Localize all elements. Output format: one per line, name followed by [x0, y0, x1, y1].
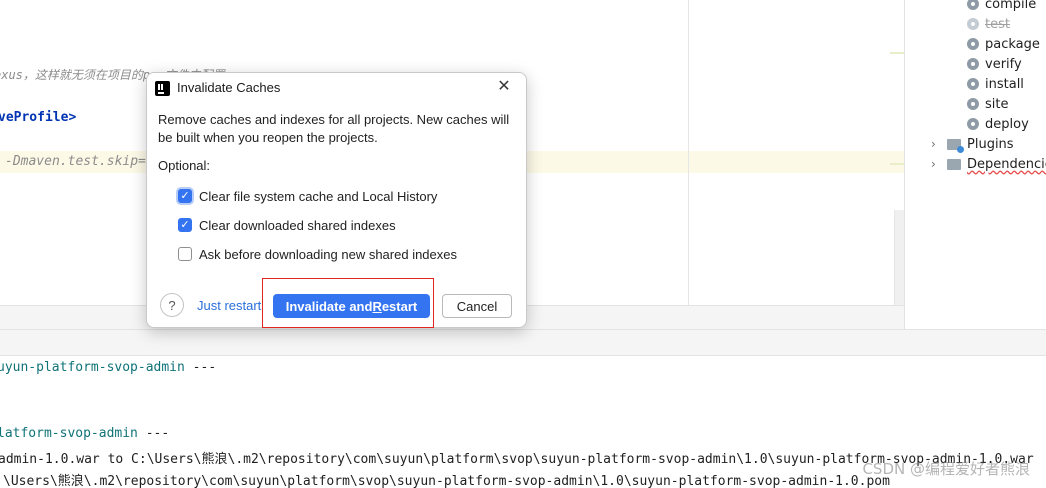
gutter-marker	[890, 163, 904, 165]
close-icon[interactable]: ✕	[495, 78, 513, 96]
console-module-name: latform-svop-admin	[0, 426, 138, 441]
right-margin-guide	[688, 0, 689, 305]
lifecycle-item-install[interactable]: install	[967, 74, 1024, 94]
console-text: ---	[184, 360, 217, 375]
intellij-app-icon	[155, 81, 170, 96]
lifecycle-label: site	[985, 96, 1009, 112]
lifecycle-label: deploy	[985, 116, 1029, 132]
gear-icon	[967, 78, 979, 90]
checkbox-checked-icon[interactable]: ✓	[178, 189, 192, 203]
gear-icon	[967, 18, 979, 30]
tree-node-label: Dependencies	[967, 156, 1046, 172]
watermark: CSDN @编程爱好者熊浪	[862, 460, 1030, 478]
console-line: latform-svop-admin ---	[0, 426, 169, 441]
option-ask-before-downloading[interactable]: Ask before downloading new shared indexe…	[178, 245, 457, 263]
invalidate-caches-dialog: Invalidate Caches ✕ Remove caches and in…	[146, 72, 527, 328]
gear-icon	[967, 98, 979, 110]
gear-icon	[967, 38, 979, 50]
lifecycle-label: verify	[985, 56, 1022, 72]
lifecycle-label: install	[985, 76, 1024, 92]
gear-icon	[967, 58, 979, 70]
cancel-button[interactable]: Cancel	[442, 294, 512, 318]
dependencies-folder-icon	[947, 158, 961, 170]
code-tag-line: veProfile>	[0, 110, 77, 125]
lifecycle-item-site[interactable]: site	[967, 94, 1008, 114]
console-line: uyun-platform-svop-admin ---	[0, 360, 216, 375]
tree-node-plugins[interactable]: › Plugins	[931, 134, 1014, 154]
checkbox-checked-icon[interactable]: ✓	[178, 218, 192, 232]
lifecycle-label: package	[985, 36, 1040, 52]
option-label: Ask before downloading new shared indexe…	[199, 246, 458, 262]
option-label: Clear file system cache and Local Histor…	[199, 188, 438, 204]
editor-scrollbar[interactable]	[894, 210, 904, 305]
button-label-part: estart	[381, 298, 418, 314]
lifecycle-item-package[interactable]: package	[967, 34, 1040, 54]
dialog-description: Remove caches and indexes for all projec…	[158, 112, 510, 145]
run-tool-window-header	[0, 329, 1046, 356]
tree-node-dependencies[interactable]: › Dependencies	[931, 154, 1046, 174]
maven-tool-window: compile test package verify install site…	[904, 0, 1046, 329]
dialog-title: Invalidate Caches	[177, 80, 281, 95]
dialog-title-bar[interactable]: Invalidate Caches ✕	[147, 73, 526, 103]
lifecycle-item-test[interactable]: test	[967, 14, 1010, 34]
lifecycle-item-verify[interactable]: verify	[967, 54, 1022, 74]
invalidate-and-restart-button[interactable]: Invalidate and Restart	[273, 294, 430, 318]
option-clear-file-system-cache[interactable]: ✓ Clear file system cache and Local Hist…	[178, 187, 437, 205]
option-clear-shared-indexes[interactable]: ✓ Clear downloaded shared indexes	[178, 216, 396, 234]
optional-label: Optional:	[158, 158, 211, 173]
lifecycle-item-compile[interactable]: compile	[967, 0, 1036, 14]
chevron-right-icon[interactable]: ›	[931, 137, 941, 151]
console-text: ---	[137, 426, 170, 441]
checkbox-unchecked-icon[interactable]	[178, 247, 192, 261]
lifecycle-label: compile	[985, 0, 1037, 12]
lifecycle-label: test	[985, 16, 1010, 32]
gutter-marker	[890, 52, 904, 54]
just-restart-link[interactable]: Just restart	[197, 298, 261, 313]
plugins-folder-icon	[947, 138, 964, 153]
help-button[interactable]: ?	[160, 293, 184, 317]
gear-icon	[967, 0, 979, 10]
option-label: Clear downloaded shared indexes	[199, 217, 396, 233]
gear-icon	[967, 118, 979, 130]
button-label-part: Invalidate and	[285, 298, 373, 314]
console-line: \Users\熊浪\.m2\repository\com\suyun\platf…	[3, 474, 890, 488]
chevron-right-icon[interactable]: ›	[931, 157, 941, 171]
lifecycle-item-deploy[interactable]: deploy	[967, 114, 1029, 134]
tree-node-label: Plugins	[967, 136, 1014, 152]
console-module-name: uyun-platform-svop-admin	[0, 360, 185, 375]
button-mnemonic: R	[372, 298, 382, 314]
code-args-line: -Dmaven.test.skip=	[5, 154, 146, 169]
